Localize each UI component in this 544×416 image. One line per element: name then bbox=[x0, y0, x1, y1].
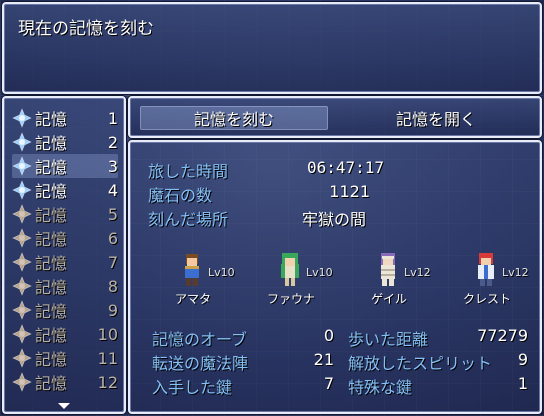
memory-orb-icon bbox=[12, 300, 32, 320]
stat-value-distance: 77279 bbox=[477, 326, 528, 345]
save-slot-label: 記憶 bbox=[35, 278, 68, 297]
playtime-label: 旅した時間 bbox=[148, 162, 229, 181]
hero-sprite-icon bbox=[185, 254, 199, 286]
save-slot-number: 7 bbox=[107, 252, 118, 272]
save-slot[interactable]: 記憶 2 bbox=[12, 130, 118, 154]
save-slot-label: 記憶 bbox=[35, 254, 68, 273]
stat-value-special-keys: 1 bbox=[517, 374, 528, 393]
save-slot[interactable]: 記憶 4 bbox=[12, 178, 118, 202]
save-slot-number: 4 bbox=[107, 180, 118, 200]
member-name: ゲイル bbox=[371, 292, 407, 306]
party-member: Lv12 クレスト bbox=[460, 250, 544, 308]
tab-load[interactable]: 記憶を開く bbox=[342, 106, 530, 130]
save-slot-label: 記憶 bbox=[35, 230, 68, 249]
save-slot[interactable]: 記憶 8 bbox=[12, 274, 118, 298]
help-text: 現在の記憶を刻む bbox=[18, 19, 154, 39]
save-slot-number: 8 bbox=[107, 276, 118, 296]
save-slot-number: 2 bbox=[107, 132, 118, 152]
playtime-value: 06:47:17 bbox=[306, 158, 384, 177]
save-info-window: 旅した時間 06:47:17 魔石の数 1121 刻んだ場所 牢獄の間 Lv10… bbox=[128, 140, 542, 414]
stat-label-orbs: 記憶のオーブ bbox=[152, 330, 248, 349]
save-slot[interactable]: 記憶 12 bbox=[12, 370, 118, 394]
memory-orb-icon bbox=[12, 132, 32, 152]
save-slot-label: 記憶 bbox=[35, 158, 68, 177]
mummy-sprite-icon bbox=[381, 253, 395, 286]
stat-value-keys: 7 bbox=[323, 374, 334, 393]
save-slot-number: 10 bbox=[97, 324, 118, 344]
save-slot-number: 9 bbox=[107, 300, 118, 320]
knight-sprite-icon bbox=[478, 253, 494, 286]
stat-value-circles: 21 bbox=[313, 350, 334, 369]
stat-label-distance: 歩いた距離 bbox=[348, 330, 429, 349]
help-window: 現在の記憶を刻む bbox=[2, 2, 542, 94]
save-slot-label: 記憶 bbox=[35, 182, 68, 201]
save-slot[interactable]: 記憶 3 bbox=[12, 154, 118, 178]
member-level: Lv12 bbox=[404, 266, 431, 279]
save-slot-number: 6 bbox=[107, 228, 118, 248]
save-slot[interactable]: 記憶 11 bbox=[12, 346, 118, 370]
party-member: Lv12 ゲイル bbox=[362, 250, 452, 308]
memory-orb-icon bbox=[12, 108, 32, 128]
save-slot-number: 12 bbox=[97, 372, 118, 392]
save-slot-label: 記憶 bbox=[35, 134, 68, 153]
scroll-down-arrow-icon[interactable] bbox=[58, 403, 70, 409]
stat-label-special-keys: 特殊な鍵 bbox=[348, 378, 413, 397]
stat-value-orbs: 0 bbox=[323, 326, 334, 345]
member-name: アマタ bbox=[174, 292, 211, 306]
memory-orb-icon bbox=[12, 372, 32, 392]
save-slot-label: 記憶 bbox=[35, 302, 68, 321]
save-slot[interactable]: 記憶 10 bbox=[12, 322, 118, 346]
save-slot-label: 記憶 bbox=[35, 326, 68, 345]
save-slot-number: 3 bbox=[107, 156, 118, 176]
save-slot[interactable]: 記憶 6 bbox=[12, 226, 118, 250]
save-slot-label: 記憶 bbox=[35, 110, 68, 129]
save-slot-number: 1 bbox=[107, 108, 118, 128]
member-name: ファウナ bbox=[266, 292, 315, 306]
save-slot[interactable]: 記憶 5 bbox=[12, 202, 118, 226]
location-value: 牢獄の間 bbox=[302, 210, 367, 229]
fairy-sprite-icon bbox=[281, 253, 299, 286]
save-slot[interactable]: 記憶 9 bbox=[12, 298, 118, 322]
save-slot-number: 11 bbox=[97, 348, 118, 368]
tab-save[interactable]: 記憶を刻む bbox=[140, 106, 328, 130]
save-slot-number: 5 bbox=[107, 204, 118, 224]
memory-orb-icon bbox=[12, 252, 32, 272]
command-tabs: 記憶を刻む 記憶を開く bbox=[128, 96, 542, 138]
save-slot[interactable]: 記憶 1 bbox=[12, 106, 118, 130]
memory-orb-icon bbox=[12, 180, 32, 200]
memory-orb-icon bbox=[12, 276, 32, 296]
member-level: Lv12 bbox=[502, 266, 529, 279]
member-level: Lv10 bbox=[208, 266, 235, 279]
stat-value-spirits: 9 bbox=[517, 350, 528, 369]
party-member: Lv10 ファウナ bbox=[264, 250, 354, 308]
save-slot-label: 記憶 bbox=[35, 206, 68, 225]
memory-orb-icon bbox=[12, 324, 32, 344]
memory-orb-icon bbox=[12, 204, 32, 224]
gold-label: 魔石の数 bbox=[148, 186, 213, 205]
member-name: クレスト bbox=[462, 292, 511, 306]
location-label: 刻んだ場所 bbox=[148, 210, 229, 229]
memory-orb-icon bbox=[12, 348, 32, 368]
gold-value: 1121 bbox=[329, 182, 370, 201]
memory-orb-icon bbox=[12, 156, 32, 176]
stat-label-keys: 入手した鍵 bbox=[152, 378, 233, 397]
memory-orb-icon bbox=[12, 228, 32, 248]
stat-label-circles: 転送の魔法陣 bbox=[152, 354, 249, 373]
save-slot-label: 記憶 bbox=[35, 350, 68, 369]
save-slot-label: 記憶 bbox=[35, 374, 68, 393]
member-level: Lv10 bbox=[306, 266, 333, 279]
save-slot[interactable]: 記憶 7 bbox=[12, 250, 118, 274]
save-slot-list: 記憶 1 記憶 2 記憶 3 記憶 4 記憶 5 記憶 6 記憶 7 記憶 8 記憶 9 記憶 10 記憶 11 記憶 12 bbox=[2, 96, 126, 414]
party-member: Lv10 アマタ bbox=[166, 250, 256, 308]
